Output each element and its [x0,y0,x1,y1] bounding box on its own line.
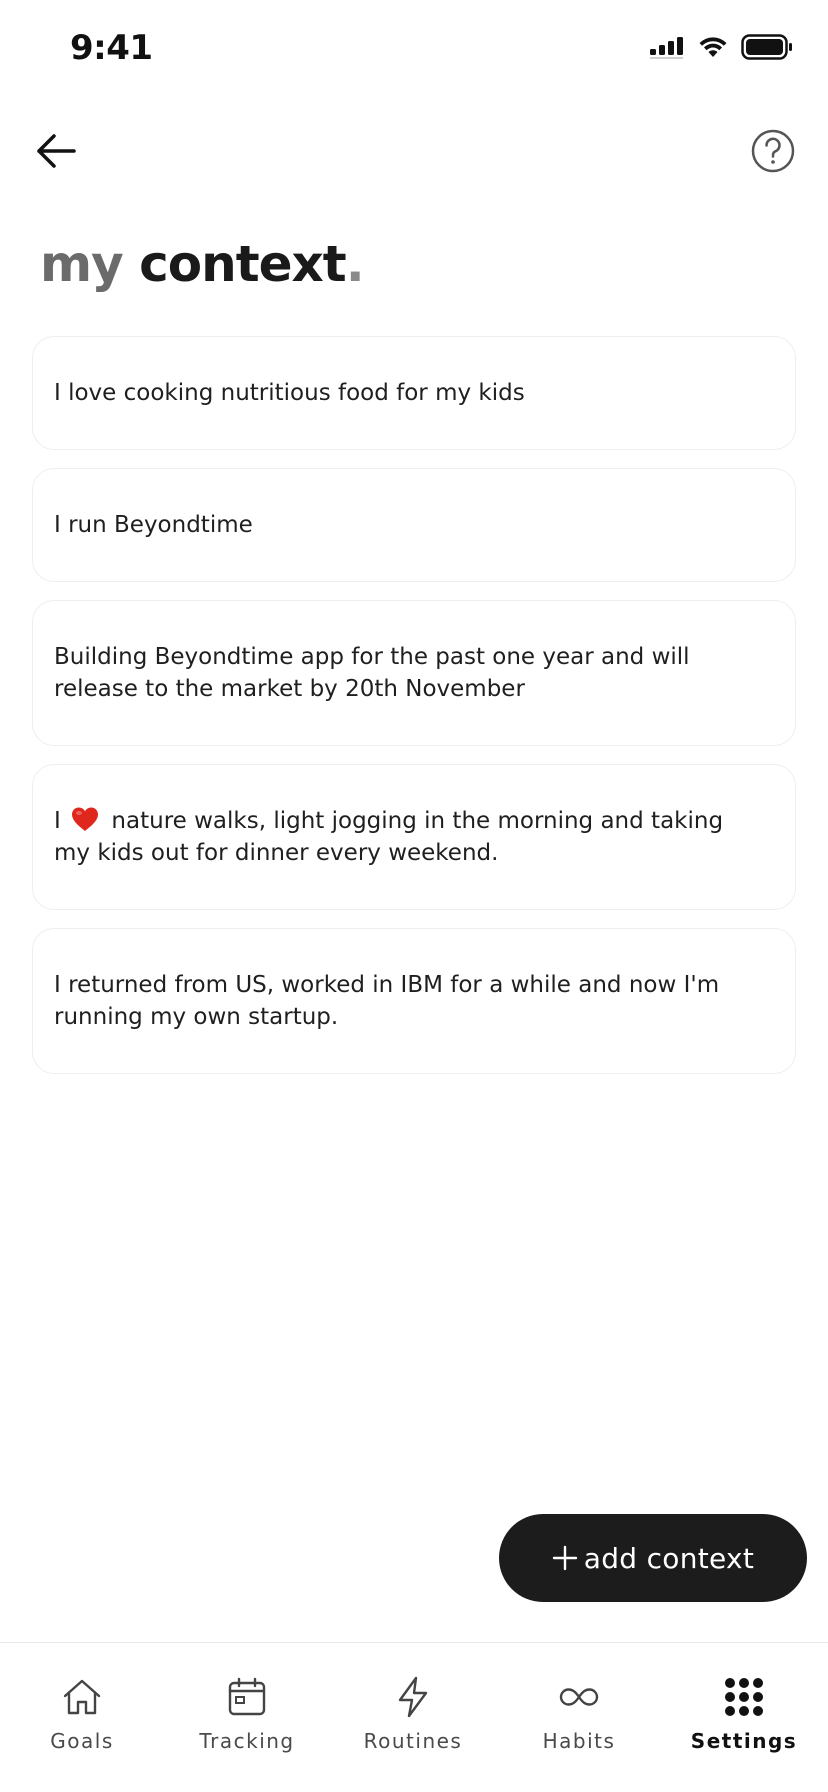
status-icons [649,34,793,60]
context-text: I returned from US, worked in IBM for a … [54,972,720,1030]
question-circle-icon [751,129,795,173]
context-text-before: I [54,808,61,834]
bottom-tab-bar: Goals Tracking Routines Habits Settings [0,1642,828,1792]
tab-label: Tracking [199,1729,295,1753]
title-prefix: my [40,235,124,293]
tab-routines[interactable]: Routines [338,1675,488,1765]
title-main: context [139,235,347,293]
tab-label: Settings [690,1729,798,1753]
title-dot: . [345,235,365,293]
home-icon [63,1679,101,1715]
context-card[interactable]: I nature walks, light jogging in the mor… [32,764,796,910]
calendar-icon [228,1677,266,1716]
tab-label: Routines [363,1729,463,1753]
cellular-signal-icon [650,37,683,59]
status-bar: 9:41 [0,0,828,100]
infinity-icon [559,1688,599,1706]
tab-label: Habits [542,1729,616,1753]
arrow-left-icon [37,134,76,168]
context-text: I love cooking nutritious food for my ki… [54,380,525,406]
context-card[interactable]: I love cooking nutritious food for my ki… [32,336,796,450]
tab-tracking[interactable]: Tracking [172,1675,322,1765]
help-button[interactable] [750,128,796,174]
context-screen: 9:41 my context. I love cooking nutritio… [0,0,828,1792]
tab-habits[interactable]: Habits [504,1675,654,1765]
status-time: 9:41 [70,28,153,68]
plus-icon [552,1545,577,1571]
context-text: Building Beyondtime app for the past one… [54,644,690,702]
wifi-icon [699,37,727,57]
battery-icon [741,34,792,60]
context-text: I run Beyondtime [54,512,253,538]
back-button[interactable] [30,125,82,177]
context-card[interactable]: I returned from US, worked in IBM for a … [32,928,796,1074]
context-text: I nature walks, light jogging in the mor… [54,805,755,869]
page-title: my context. [40,232,365,296]
grid-dots-icon [725,1678,763,1716]
tab-label: Goals [50,1729,114,1753]
heart-icon [72,807,99,831]
context-list: I love cooking nutritious food for my ki… [32,336,796,1092]
context-card[interactable]: I run Beyondtime [32,468,796,582]
tab-settings[interactable]: Settings [669,1675,819,1765]
add-context-label: add context [583,1541,755,1575]
context-card[interactable]: Building Beyondtime app for the past one… [32,600,796,746]
context-text-after: nature walks, light jogging in the morni… [54,808,724,866]
tab-goals[interactable]: Goals [7,1675,157,1765]
add-context-button[interactable]: add context [499,1514,807,1602]
lightning-icon [398,1676,428,1718]
